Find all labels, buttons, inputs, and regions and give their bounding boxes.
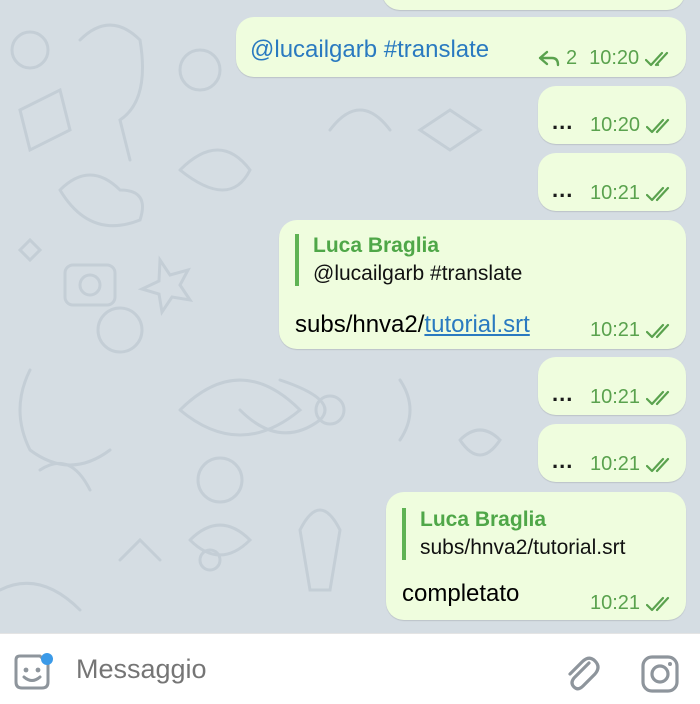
message-text: ...: [552, 448, 574, 473]
message-bubble[interactable]: ... 10:21: [538, 357, 686, 415]
message-time: 10:21: [590, 453, 641, 475]
file-link[interactable]: tutorial.srt: [424, 311, 529, 338]
double-check-icon: [645, 51, 669, 66]
camera-button[interactable]: [640, 654, 680, 699]
message-time: 10:21: [590, 386, 641, 408]
message-bubble[interactable]: @lucailgarb #translate 2 10:20: [236, 17, 686, 77]
message-meta: 10:21: [590, 386, 676, 409]
camera-icon: [641, 655, 679, 693]
reply-author: Luca Braglia: [313, 234, 440, 257]
message-meta: 10:21: [590, 592, 676, 615]
double-check-icon: [646, 457, 670, 472]
reply-snippet: @lucailgarb #translate: [313, 262, 523, 285]
message-text: ...: [552, 109, 574, 134]
message-meta: 2 10:20: [538, 47, 675, 70]
reply-arrow-icon: [538, 50, 560, 66]
message-bubble[interactable]: ... 10:21: [538, 153, 686, 211]
message-meta: 10:20: [590, 114, 676, 137]
message-meta: 10:21: [590, 182, 676, 205]
message-time: 10:21: [590, 182, 641, 204]
message-text-prefix: subs/hnva2/: [295, 311, 425, 338]
message-bubble[interactable]: ... 10:20: [538, 86, 686, 144]
reply-quote[interactable]: Luca Braglia subs/hnva2/tutorial.srt: [402, 508, 625, 560]
message-time: 10:20: [589, 47, 640, 69]
double-check-icon: [646, 118, 670, 133]
message-input[interactable]: [76, 654, 516, 685]
message-text: ...: [552, 381, 574, 406]
message-meta: 10:21: [590, 453, 676, 476]
sticker-emoji-icon: [14, 653, 53, 690]
message-time: 10:20: [590, 114, 641, 136]
message-bubble-reply[interactable]: Luca Braglia subs/hnva2/tutorial.srt com…: [386, 492, 686, 620]
notification-dot: [41, 653, 53, 665]
message-text: @lucailgarb #translate: [250, 36, 490, 63]
message-bubble-reply[interactable]: Luca Braglia @lucailgarb #translate subs…: [279, 220, 686, 349]
reply-snippet: subs/hnva2/tutorial.srt: [420, 536, 626, 559]
message-text: completato: [402, 580, 520, 607]
message-input-bar: [0, 633, 700, 704]
double-check-icon: [646, 596, 670, 611]
message-meta: 10:21: [590, 319, 676, 342]
chat-area[interactable]: @lucailgarb #translate 2 10:20 ... 10:20…: [0, 0, 700, 633]
message-bubble[interactable]: ... 10:21: [538, 424, 686, 482]
message-time: 10:21: [590, 319, 641, 341]
reply-author: Luca Braglia: [420, 508, 547, 531]
message-bubble-cutoff[interactable]: [382, 0, 685, 10]
paperclip-icon: [568, 656, 600, 691]
double-check-icon: [646, 390, 670, 405]
double-check-icon: [646, 323, 670, 338]
message-text: subs/hnva2/tutorial.srt: [295, 311, 530, 339]
message-text: ...: [552, 177, 574, 202]
replies-count: 2: [566, 47, 578, 69]
message-time: 10:21: [590, 592, 641, 614]
reply-quote[interactable]: Luca Braglia @lucailgarb #translate: [295, 234, 522, 286]
double-check-icon: [646, 186, 670, 201]
attach-button[interactable]: [562, 653, 602, 698]
emoji-button[interactable]: [12, 652, 56, 697]
